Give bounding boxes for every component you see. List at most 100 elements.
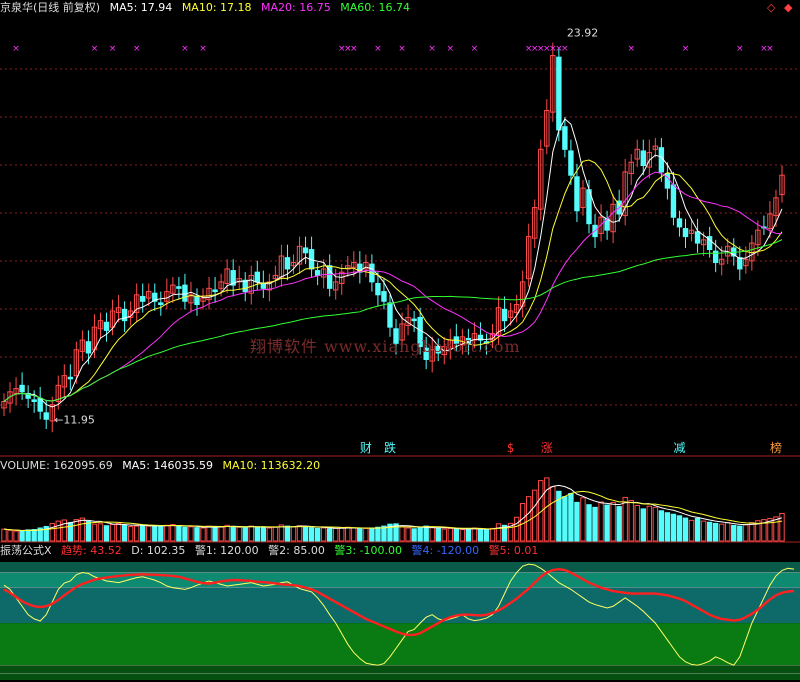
indicator-header: 振荡公式X 趋势: 43.52 D: 102.35 警1: 120.00 警2:… (0, 543, 544, 559)
candle-body (375, 282, 381, 296)
volume-bar (544, 477, 550, 542)
volume-bar (164, 524, 170, 542)
volume-bar (230, 525, 236, 542)
ma10-value: MA10: 17.18 (181, 1, 252, 14)
volume-bar (459, 529, 466, 542)
signal-mark: × (398, 44, 406, 54)
volume-bar (308, 527, 315, 542)
event-label: 跌 (384, 440, 396, 455)
volume-bar (13, 530, 19, 542)
volume-bar (284, 525, 291, 542)
volume-bar (103, 525, 110, 542)
volume-bar (7, 529, 13, 542)
volume-bar (405, 527, 411, 542)
ma60-line (3, 239, 783, 402)
signal-mark: × (91, 44, 99, 54)
volume-bar (676, 515, 683, 542)
volume-bar (658, 510, 665, 542)
volume-bar (550, 486, 556, 542)
volume-bar (260, 526, 267, 542)
volume-bar (646, 505, 653, 542)
volume-bar (314, 527, 321, 542)
volume-bar (580, 497, 586, 542)
volume-bar (25, 529, 31, 542)
volume-bar (1, 528, 7, 542)
volume-bar (133, 525, 140, 542)
volume-bar (170, 524, 176, 542)
volume-bar (731, 524, 737, 542)
signal-mark: × (133, 44, 141, 54)
next-diamond-icon[interactable]: ◆ (784, 1, 792, 14)
volume-bar (272, 526, 279, 542)
volume-bar (266, 527, 273, 542)
price-low-label: ←11.95 (54, 413, 95, 426)
candle-body (254, 271, 261, 283)
volume-bar (146, 525, 152, 542)
volume-bar (31, 529, 37, 542)
volume-bar (357, 528, 363, 542)
candle-body (158, 302, 164, 306)
volume-bar (79, 517, 86, 542)
volume-bar (67, 522, 74, 542)
candle-body (501, 308, 508, 322)
volume-bar (465, 528, 472, 542)
candle-body (284, 257, 291, 270)
signal-mark: × (181, 44, 189, 54)
volume-bar (737, 525, 743, 542)
signal-mark: × (374, 44, 382, 54)
volume-bar (628, 499, 634, 542)
volume-bar (586, 504, 592, 542)
signal-mark: × (682, 44, 690, 54)
ma20-line (3, 171, 783, 402)
candle-body (242, 279, 248, 293)
volume-bar (495, 523, 502, 542)
volume-bar (369, 527, 375, 542)
candle-body (31, 399, 37, 403)
candle-body (212, 289, 218, 293)
prev-diamond-icon[interactable]: ◇ (767, 1, 775, 14)
watermark: 翔博软件 www.xiangbosoft.com (250, 337, 521, 356)
volume-bar (513, 516, 520, 542)
volume-bar (200, 527, 206, 542)
candle-body (670, 184, 677, 218)
volume-bar (441, 528, 447, 542)
volume-bar (399, 526, 405, 542)
volume-bar (519, 503, 526, 542)
volume-bar (19, 530, 25, 542)
volume-bar (429, 527, 435, 542)
volume-bar (682, 517, 689, 542)
volume-bar (574, 501, 580, 542)
volume-bar (224, 524, 230, 542)
candle-body (574, 176, 580, 212)
volume-bar (326, 528, 333, 542)
trend-value: 趋势: 43.52 (61, 544, 122, 557)
candle-body (556, 56, 562, 131)
volume-bar (115, 522, 122, 542)
volume-bar (604, 504, 610, 542)
volume-bar (749, 522, 755, 542)
volume-bar (302, 525, 309, 542)
volume-bar (236, 526, 242, 542)
volume-ma10: MA10: 113632.20 (222, 459, 321, 472)
price-header: 京泉华(日线 前复权) MA5: 17.94 MA10: 17.18 MA20:… (0, 0, 416, 16)
candle-body (260, 282, 267, 289)
volume-bar (254, 526, 261, 542)
volume-bar (212, 525, 218, 542)
indicator-name: 振荡公式X (0, 544, 52, 557)
event-label: 涨 (541, 440, 553, 455)
signal-mark: × (766, 44, 774, 54)
candle-body (562, 126, 568, 150)
signal-mark: × (109, 44, 117, 54)
signal-mark: × (428, 44, 436, 54)
signal-mark: × (471, 44, 479, 54)
volume-bar (188, 526, 194, 542)
volume-bar (182, 526, 188, 542)
candle-body (176, 286, 182, 289)
volume-bar (363, 527, 369, 542)
volume-bar (664, 512, 671, 542)
volume-header: VOLUME: 162095.69 MA5: 146035.59 MA10: 1… (0, 458, 326, 474)
volume-bar (700, 520, 707, 542)
band-lower (0, 623, 800, 666)
candle-body (140, 295, 146, 302)
signal-mark: × (199, 44, 207, 54)
